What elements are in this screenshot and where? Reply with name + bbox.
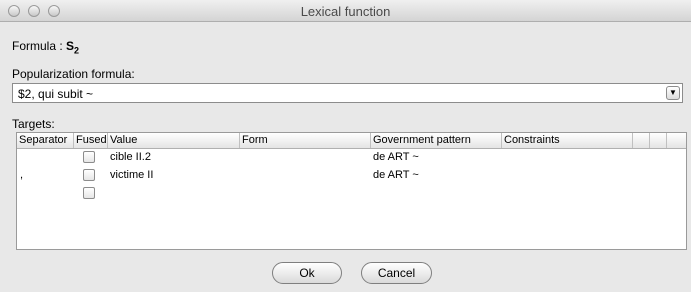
fused-checkbox[interactable] (83, 151, 95, 163)
targets-table[interactable]: Separator Fused Value Form Government pa… (16, 132, 687, 250)
fused-checkbox[interactable] (83, 187, 95, 199)
column-header-fused[interactable]: Fused (74, 133, 108, 148)
formula-value: S2 (66, 39, 80, 56)
column-header-empty (667, 133, 686, 148)
ok-button[interactable]: Ok (272, 262, 342, 284)
column-header-empty (633, 133, 650, 148)
targets-label: Targets: (12, 117, 55, 131)
targets-table-header: Separator Fused Value Form Government pa… (17, 133, 686, 149)
column-header-government-pattern[interactable]: Government pattern (371, 133, 502, 148)
window-title: Lexical function (300, 4, 391, 19)
chevron-down-icon[interactable]: ▼ (666, 86, 680, 100)
government-pattern-cell[interactable]: de ART ~ (373, 149, 419, 166)
formula-label: Formula : (12, 39, 63, 53)
column-header-constraints[interactable]: Constraints (502, 133, 633, 148)
table-row[interactable] (17, 185, 686, 202)
popularization-formula-select[interactable]: $2, qui subit ~ ▼ (12, 83, 683, 103)
value-cell[interactable]: cible II.2 (110, 149, 151, 166)
title-bar: Lexical function (0, 0, 691, 22)
popularization-label: Popularization formula: (12, 67, 135, 81)
fused-checkbox[interactable] (83, 169, 95, 181)
table-row[interactable]: cible II.2 de ART ~ (17, 149, 686, 166)
lexical-function-dialog: Lexical function Formula : S2 Populariza… (0, 0, 691, 292)
popularization-formula-value: $2, qui subit ~ (18, 87, 94, 101)
column-header-separator[interactable]: Separator (17, 133, 74, 148)
formula-row: Formula : S2 (12, 39, 79, 55)
column-header-empty (650, 133, 667, 148)
government-pattern-cell[interactable]: de ART ~ (373, 167, 419, 184)
table-row[interactable]: , victime II de ART ~ (17, 167, 686, 184)
column-header-form[interactable]: Form (240, 133, 371, 148)
value-cell[interactable]: victime II (110, 167, 153, 184)
column-header-value[interactable]: Value (108, 133, 240, 148)
separator-cell[interactable]: , (20, 167, 23, 184)
cancel-button[interactable]: Cancel (361, 262, 432, 284)
